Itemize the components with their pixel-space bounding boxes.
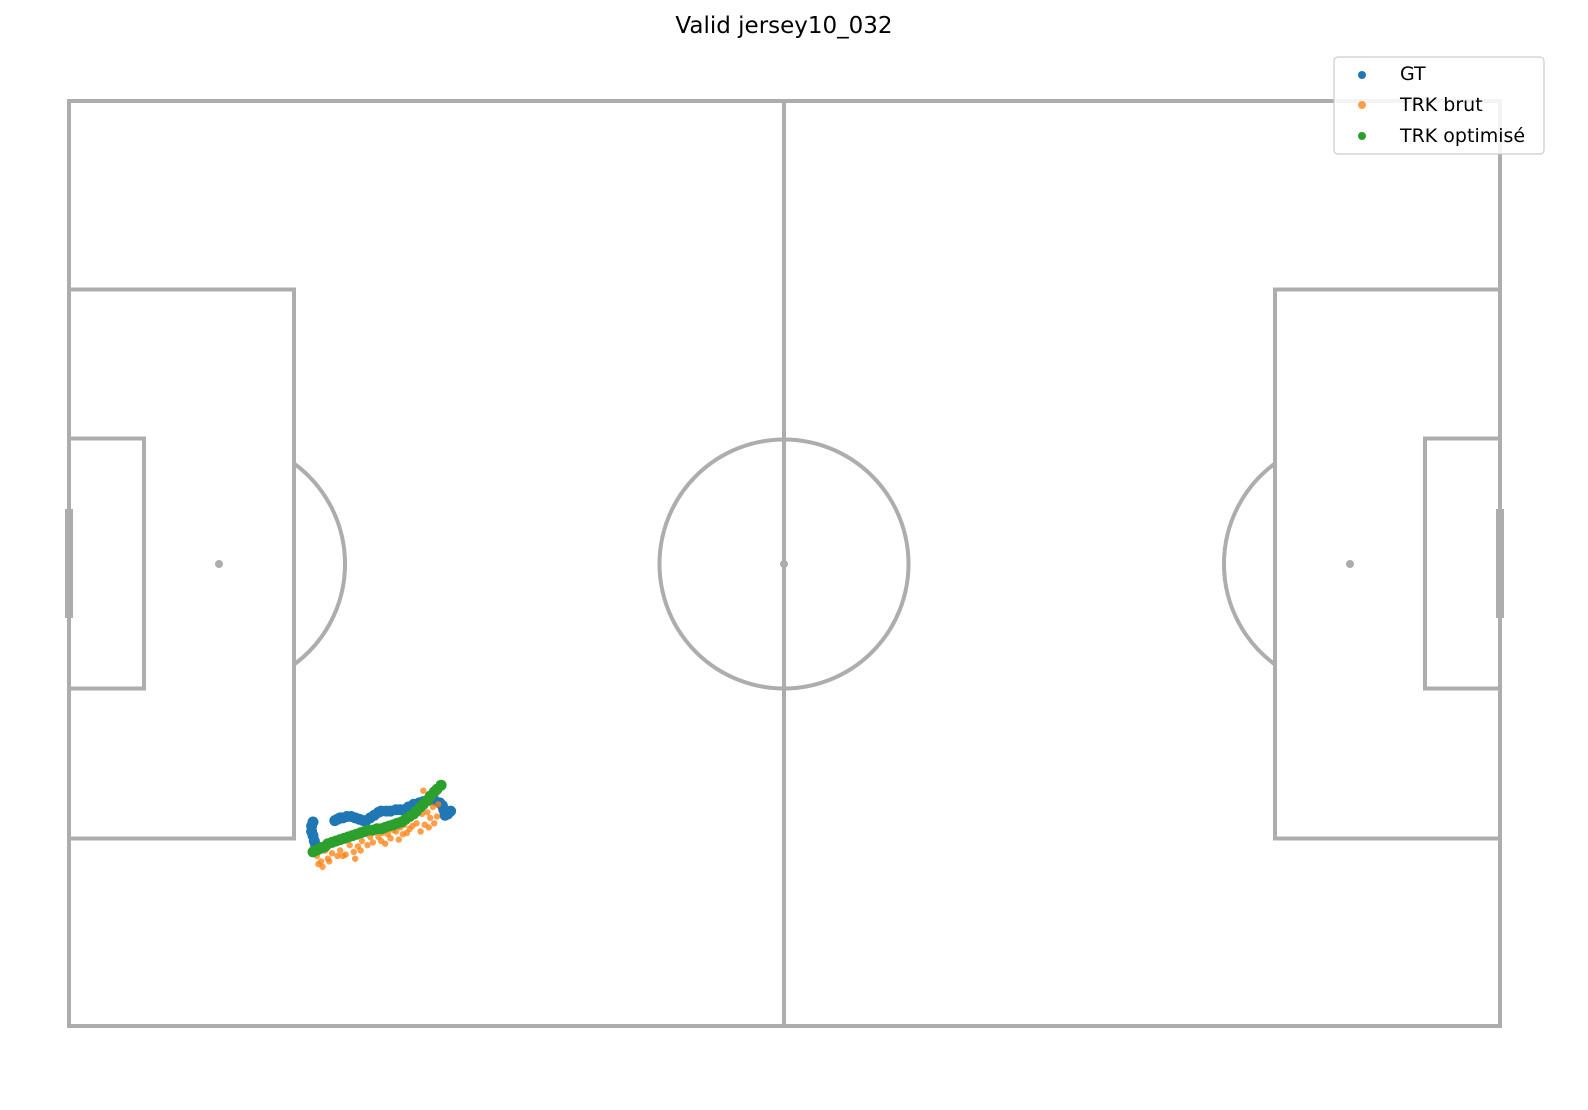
point-trk-brut-30 xyxy=(346,841,353,849)
point-trk-brut-29 xyxy=(350,848,357,856)
point-trk-brut-32 xyxy=(337,847,344,854)
legend-label-gt: GT xyxy=(1400,63,1426,85)
legend-marker-gt xyxy=(1358,71,1366,79)
centre-spot xyxy=(780,560,788,568)
point-trk-brut-3 xyxy=(431,820,438,827)
scatter-series xyxy=(306,779,457,870)
right-penalty-spot xyxy=(1346,560,1354,568)
point-trk-brut-41 xyxy=(326,858,333,865)
pitch-markings xyxy=(65,99,1504,1028)
point-trk-brut-47 xyxy=(435,801,442,808)
point-trk-brut-2 xyxy=(424,809,431,816)
point-trk-optimise-34 xyxy=(435,779,447,791)
chart-figure: Valid jersey10_032 GT TRK brut TRK optim… xyxy=(65,13,1545,1028)
legend: GT TRK brut TRK optimisé xyxy=(1333,56,1545,155)
point-trk-brut-48 xyxy=(395,836,402,843)
point-trk-brut-28 xyxy=(357,847,364,854)
right-penalty-area xyxy=(1273,287,1502,841)
point-trk-brut-45 xyxy=(420,787,427,794)
legend-label-trk-brut: TRK brut xyxy=(1399,94,1483,116)
legend-marker-trk-optimise xyxy=(1358,132,1366,140)
chart-title: Valid jersey10_032 xyxy=(675,13,892,39)
point-trk-brut-25 xyxy=(364,841,371,849)
point-trk-brut-40 xyxy=(315,860,322,868)
point-gt-30 xyxy=(329,815,341,827)
point-trk-brut-34 xyxy=(328,850,336,857)
point-trk-brut-16 xyxy=(399,831,407,838)
point-trk-brut-0 xyxy=(427,814,434,822)
point-trk-brut-7 xyxy=(425,824,432,831)
point-trk-brut-19 xyxy=(387,835,394,842)
left-penalty-spot xyxy=(215,560,223,568)
point-trk-brut-4 xyxy=(433,813,441,820)
legend-label-trk-optimise: TRK optimisé xyxy=(1399,125,1525,147)
left-goal-area xyxy=(67,436,146,691)
right-goal-area xyxy=(1423,436,1502,691)
legend-marker-trk-brut xyxy=(1358,101,1366,109)
left-penalty-arc xyxy=(292,461,348,667)
point-trk-brut-26 xyxy=(358,837,366,845)
right-penalty-arc xyxy=(1221,461,1277,667)
point-trk-brut-9 xyxy=(417,828,424,835)
left-penalty-area xyxy=(67,287,296,841)
point-trk-brut-49 xyxy=(382,840,389,847)
point-trk-brut-43 xyxy=(352,855,359,862)
point-trk-brut-42 xyxy=(339,852,347,860)
